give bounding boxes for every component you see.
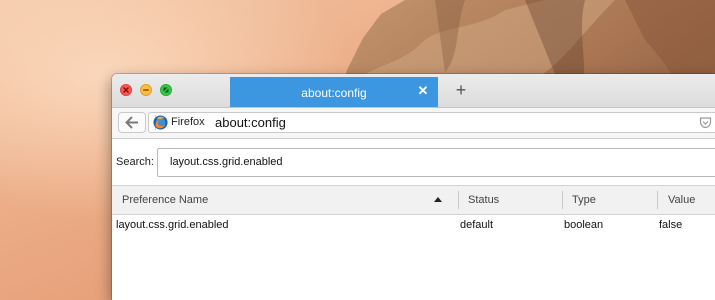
pocket-icon[interactable] — [699, 116, 712, 129]
identity-label: Firefox — [171, 116, 205, 128]
browser-window: about:config ✕ + Firefox about:config Se… — [112, 74, 715, 300]
column-header-preference-name[interactable]: Preference Name — [122, 194, 208, 206]
minimize-icon — [143, 89, 149, 91]
search-label: Search: — [116, 156, 154, 168]
tab-close-icon[interactable]: ✕ — [416, 84, 430, 98]
titlebar: about:config ✕ + — [112, 74, 715, 108]
cell-preference-name: layout.css.grid.enabled — [116, 219, 229, 231]
column-header-status[interactable]: Status — [468, 194, 499, 206]
back-arrow-icon — [125, 116, 138, 129]
search-input[interactable]: layout.css.grid.enabled — [157, 148, 715, 177]
new-tab-icon[interactable]: + — [452, 81, 470, 99]
navigation-bar: Firefox about:config — [112, 108, 715, 139]
minimize-button[interactable] — [140, 84, 152, 96]
cell-type: boolean — [564, 219, 604, 231]
tab-title: about:config — [301, 86, 367, 100]
maximize-button[interactable] — [160, 84, 172, 96]
identity-box[interactable]: Firefox — [151, 115, 205, 130]
table-header: Preference Name Status Type Value — [112, 185, 715, 215]
maximize-icon — [163, 87, 169, 93]
url-bar[interactable]: Firefox about:config — [148, 112, 715, 133]
url-text[interactable]: about:config — [215, 115, 286, 130]
search-value: layout.css.grid.enabled — [170, 156, 283, 168]
close-icon — [123, 87, 129, 93]
table-row[interactable]: layout.css.grid.enabled default boolean … — [112, 215, 715, 235]
tab-about-config[interactable]: about:config ✕ — [230, 77, 438, 107]
column-header-value[interactable]: Value — [668, 194, 695, 206]
sort-ascending-icon — [434, 197, 442, 202]
close-button[interactable] — [120, 84, 132, 96]
column-divider[interactable] — [657, 191, 658, 209]
cell-status: default — [460, 219, 494, 231]
firefox-logo-icon — [153, 115, 168, 130]
back-button[interactable] — [118, 112, 146, 133]
column-divider[interactable] — [458, 191, 459, 209]
about-config-page: Search: layout.css.grid.enabled Preferen… — [112, 139, 715, 300]
column-divider[interactable] — [562, 191, 563, 209]
column-header-type[interactable]: Type — [572, 194, 596, 206]
cell-value: false — [659, 219, 683, 231]
